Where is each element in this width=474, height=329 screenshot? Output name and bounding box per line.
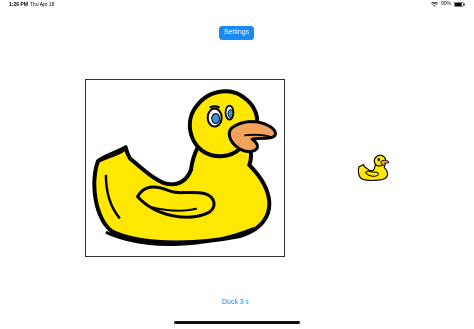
duck-thumbnail-illustration — [357, 154, 390, 181]
battery-percent: 90% — [440, 1, 451, 7]
battery-icon — [454, 1, 465, 7]
status-bar: 1:26 PM Thu Apr 18 90% — [0, 0, 474, 10]
duck-selector-value: Duck 3 — [222, 298, 244, 306]
status-date: Thu Apr 18 — [30, 2, 55, 8]
wifi-icon — [431, 1, 438, 7]
status-time: 1:26 PM — [9, 2, 28, 8]
settings-button[interactable]: Settings — [219, 26, 254, 40]
status-indicators: 90% — [431, 1, 465, 7]
duck-thumbnail[interactable] — [357, 153, 390, 183]
app-screen: 1:26 PM Thu Apr 18 90% Settings Duck 3 ⇕ — [0, 0, 474, 329]
duck-image — [85, 79, 285, 257]
chevron-updown-icon: ⇕ — [244, 299, 250, 306]
duck-selector[interactable]: Duck 3 ⇕ — [222, 297, 250, 307]
duck-illustration — [92, 89, 277, 246]
home-indicator[interactable] — [174, 321, 300, 324]
